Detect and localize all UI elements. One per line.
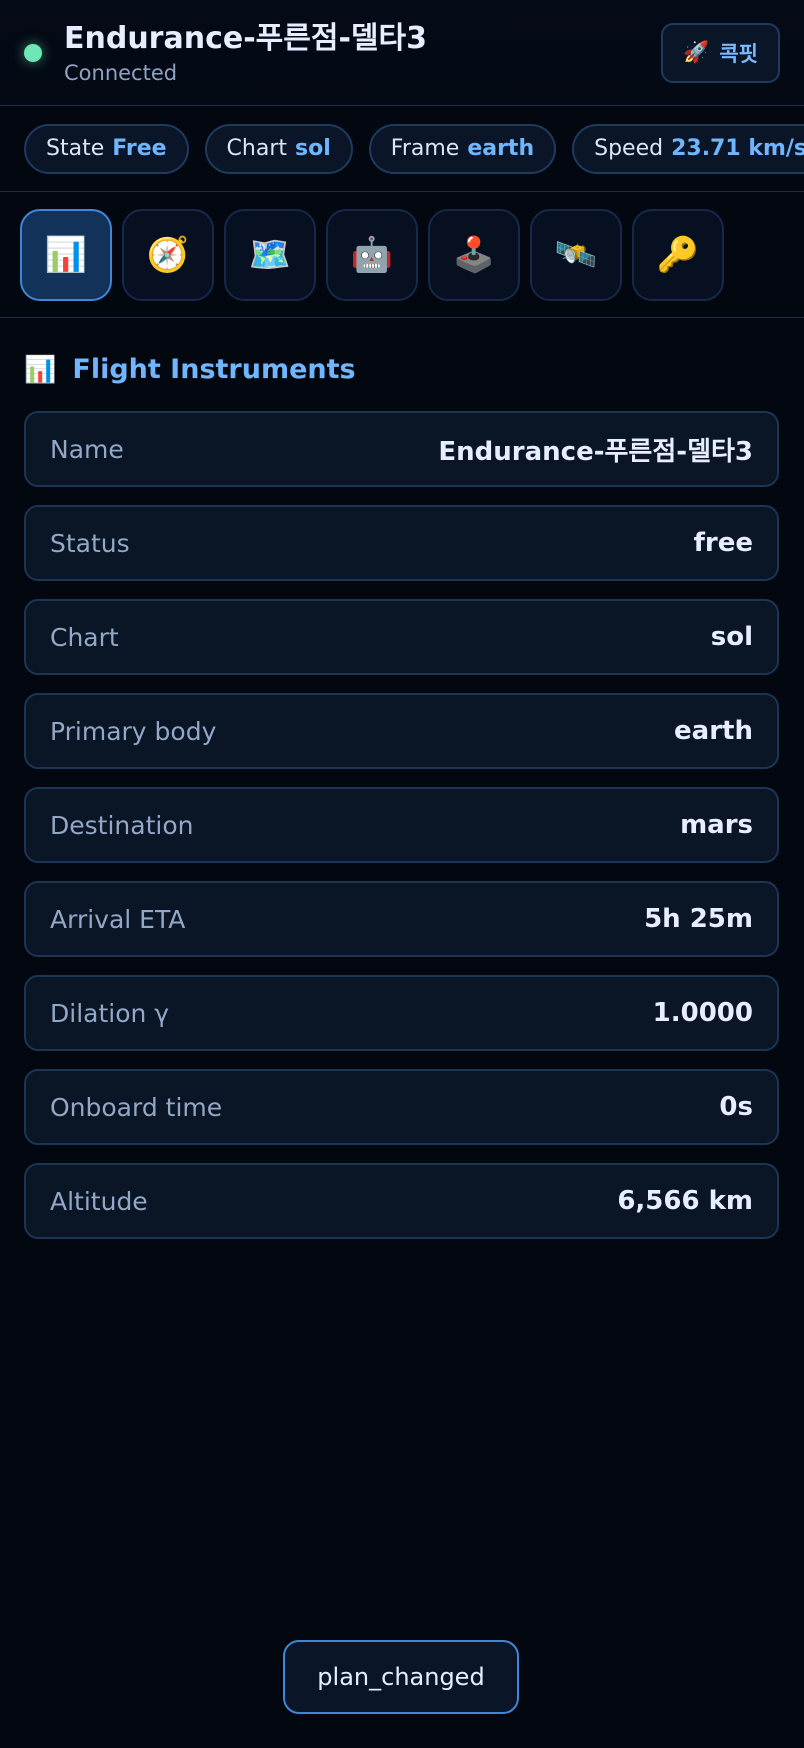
status-chips: State Free Chart sol Frame earth Speed 2… [0, 106, 804, 192]
instrument-row-primary-body: Primary body earth [24, 693, 779, 769]
app-root: Endurance-푸른점-델타3 Connected 🚀 콕핏 State F… [0, 0, 804, 1748]
instrument-list: Name Endurance-푸른점-델타3 Status free Chart… [24, 411, 779, 1239]
connection-status-dot [24, 43, 42, 62]
row-value: 6,566 km [617, 1186, 753, 1216]
chip-speed: Speed 23.71 km/s [572, 123, 804, 174]
instrument-row-arrival-eta: Arrival ETA 5h 25m [24, 881, 779, 957]
chip-value: 23.71 km/s [671, 136, 804, 161]
row-label: Onboard time [50, 1092, 223, 1122]
tab-controls[interactable]: 🕹️ [428, 208, 520, 301]
cockpit-button[interactable]: 🚀 콕핏 [661, 22, 780, 83]
key-icon: 🔑 [656, 234, 700, 275]
tab-map[interactable]: 🗺️ [224, 208, 316, 301]
vessel-title-block: Endurance-푸른점-델타3 Connected [64, 21, 661, 85]
tab-instruments[interactable]: 📊 [20, 208, 112, 301]
tab-satellite[interactable]: 🛰️ [530, 208, 622, 301]
map-icon: 🗺️ [248, 234, 292, 275]
row-value: 5h 25m [644, 904, 753, 934]
row-label: Name [50, 434, 124, 464]
instrument-row-dilation: Dilation γ 1.0000 [24, 975, 779, 1051]
instrument-row-chart: Chart sol [24, 599, 779, 675]
event-toast[interactable]: plan_changed [283, 1640, 519, 1714]
chip-value: Free [112, 136, 167, 161]
compass-icon: 🧭 [146, 234, 190, 275]
instrument-row-name: Name Endurance-푸른점-델타3 [24, 411, 779, 487]
chip-label: Frame [390, 136, 460, 161]
row-label: Destination [50, 810, 194, 840]
bar-chart-icon: 📊 [24, 354, 57, 385]
row-value: Endurance-푸른점-델타3 [438, 436, 753, 467]
row-value: earth [674, 716, 753, 746]
row-value: free [693, 528, 753, 558]
chip-label: State [46, 136, 105, 161]
row-value: 0s [719, 1092, 753, 1122]
row-label: Chart [50, 622, 119, 652]
tab-autopilot[interactable]: 🤖 [326, 208, 418, 301]
instrument-row-destination: Destination mars [24, 787, 779, 863]
tab-navigation[interactable]: 🧭 [122, 208, 214, 301]
section-title: 📊 Flight Instruments [24, 354, 780, 385]
row-label: Dilation γ [50, 998, 170, 1028]
instrument-row-status: Status free [24, 505, 779, 581]
row-value: 1.0000 [652, 998, 753, 1028]
satellite-icon: 🛰️ [554, 234, 598, 275]
instrument-row-altitude: Altitude 6,566 km [24, 1163, 779, 1239]
tab-keys[interactable]: 🔑 [632, 208, 724, 301]
row-label: Arrival ETA [50, 904, 186, 934]
row-label: Primary body [50, 716, 217, 746]
bar-chart-icon: 📊 [44, 234, 88, 275]
chip-value: sol [295, 136, 331, 161]
chip-label: Chart [226, 136, 288, 161]
cockpit-button-label: 콕핏 [719, 41, 758, 66]
chip-label: Speed [594, 136, 664, 161]
flight-instruments-panel: 📊 Flight Instruments Name Endurance-푸른점-… [0, 318, 804, 1239]
robot-icon: 🤖 [350, 234, 394, 275]
row-label: Altitude [50, 1186, 148, 1216]
instrument-row-onboard-time: Onboard time 0s [24, 1069, 779, 1145]
vessel-title: Endurance-푸른점-델타3 [64, 20, 427, 56]
chip-frame: Frame earth [368, 123, 557, 174]
chip-state: State Free [24, 123, 189, 174]
tab-bar: 📊 🧭 🗺️ 🤖 🕹️ 🛰️ 🔑 [0, 192, 804, 318]
chip-chart: Chart sol [204, 123, 353, 174]
rocket-icon: 🚀 [683, 40, 710, 64]
top-bar: Endurance-푸른점-델타3 Connected 🚀 콕핏 [0, 0, 804, 106]
row-label: Status [50, 528, 130, 558]
section-title-text: Flight Instruments [72, 354, 356, 385]
joystick-icon: 🕹️ [452, 234, 496, 275]
chip-value: earth [467, 136, 535, 161]
row-value: sol [710, 622, 753, 652]
row-value: mars [680, 810, 753, 840]
connection-status: Connected [64, 60, 178, 85]
